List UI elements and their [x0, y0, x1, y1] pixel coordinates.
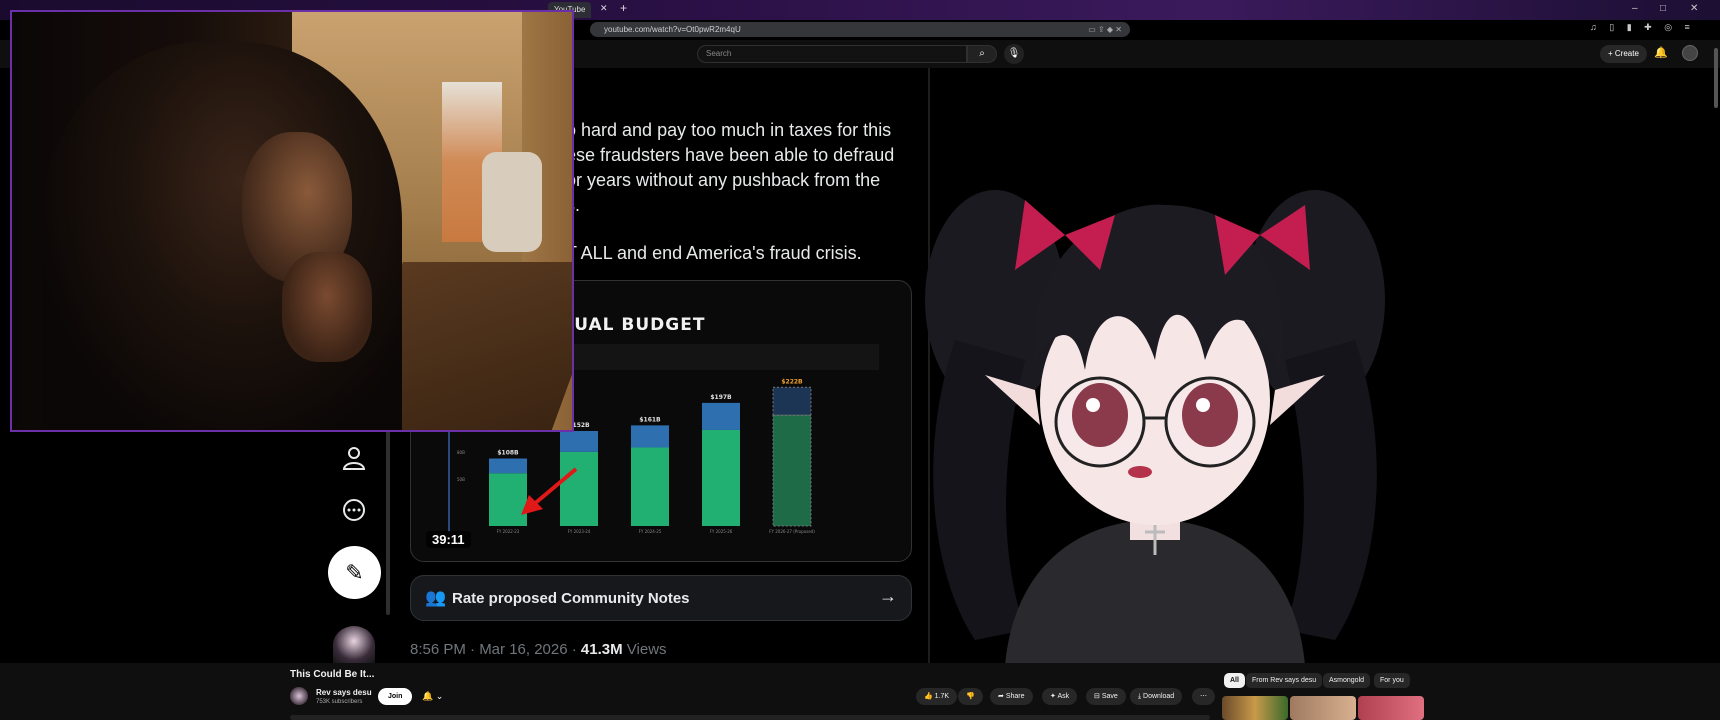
post-time: 8:56 PM · Mar 16, 2026 ·: [410, 641, 581, 658]
recommended-thumbnail[interactable]: [1222, 696, 1288, 720]
extension-icons[interactable]: ♫ ▯ ▮ ✚ ◎ ≡: [1590, 22, 1695, 33]
screen: YouTube ✕ + – □ ✕ youtube.com/watch?v=Ot…: [0, 0, 1720, 720]
microphone-icon[interactable]: 🎙: [1004, 44, 1024, 64]
chart-bar: [560, 451, 598, 526]
notifications-icon[interactable]: 🔔: [1654, 46, 1668, 59]
page-scrollbar[interactable]: [1714, 48, 1718, 108]
maximize-icon[interactable]: □: [1660, 3, 1666, 14]
dislike-button[interactable]: 👎: [958, 688, 983, 705]
chart-bar: [702, 429, 740, 526]
chart-y-tick-label: 50B: [457, 477, 465, 482]
search-placeholder: Search: [706, 49, 732, 58]
webcam-background-hamper: [482, 152, 542, 252]
more-actions-icon[interactable]: ⋯: [1192, 688, 1215, 705]
share-label: Share: [1005, 693, 1025, 700]
video-duration: 39:11: [426, 531, 471, 548]
share-button[interactable]: ➦ Share: [990, 688, 1033, 705]
url-text: youtube.com/watch?v=Ot0pwR2m4qU: [604, 25, 741, 34]
save-button[interactable]: ⊟ Save: [1086, 688, 1126, 705]
chip-asmongold[interactable]: Asmongold: [1323, 673, 1371, 688]
description-box[interactable]: [290, 715, 1210, 720]
webcam-overlay: [10, 10, 574, 432]
chart-data-label: $108B: [497, 450, 519, 457]
community-notes-label: Rate proposed Community Notes: [452, 590, 690, 607]
bookmark-icon: ⊟: [1094, 693, 1102, 700]
close-window-icon[interactable]: ✕: [1690, 3, 1698, 14]
url-bar-icons[interactable]: ▭ ⇪ ◆ ✕: [1088, 22, 1122, 37]
subscription-bell-icon[interactable]: 🔔 ⌄: [416, 688, 449, 705]
like-count: 1.7K: [934, 693, 950, 700]
chip-all[interactable]: All: [1224, 673, 1245, 688]
new-tab-icon[interactable]: +: [620, 1, 627, 15]
tweet-text-line: T ALL and end America's fraud crisis.: [566, 243, 862, 263]
chart-category-label: FY 2023-24: [568, 529, 591, 534]
chart-data-label: $161B: [639, 416, 661, 423]
chart-bar-upper: [631, 425, 669, 448]
thumbs-down-icon: 👎: [966, 693, 975, 700]
chart-bar-upper: [560, 431, 598, 452]
minimize-icon[interactable]: –: [1632, 3, 1638, 14]
save-label: Save: [1101, 693, 1118, 700]
ask-label: Ask: [1057, 693, 1070, 700]
chart-bar-upper: [702, 402, 740, 430]
search-input[interactable]: Search: [697, 45, 967, 63]
arrow-right-icon: →: [879, 586, 897, 606]
post-timestamp: 8:56 PM · Mar 16, 2026 · 41.3M Views: [410, 641, 667, 658]
view-count: 41.3M: [580, 641, 623, 658]
chart-y-tick-label: 80B: [457, 450, 465, 455]
vtuber-avatar: [925, 190, 1385, 665]
more-icon[interactable]: [340, 497, 368, 525]
account-avatar[interactable]: [1682, 45, 1698, 61]
x-account-avatar[interactable]: [333, 626, 375, 664]
join-button[interactable]: Join: [378, 688, 413, 705]
chart-bar: [631, 447, 669, 526]
chart-bar: [772, 414, 812, 527]
search-icon[interactable]: ⌕: [967, 45, 997, 63]
url-bar[interactable]: youtube.com/watch?v=Ot0pwR2m4qU ▭ ⇪ ◆ ✕: [590, 22, 1130, 37]
chart-bar-upper: [772, 386, 812, 416]
chart-category-label: FY 2022-23: [497, 529, 520, 534]
subscriber-count: 753K subscribers: [316, 699, 363, 705]
profile-icon[interactable]: [340, 445, 368, 473]
video-title: This Could Be It...: [290, 669, 375, 680]
chart-category-label: FY 2026-27 (Proposed): [769, 529, 815, 534]
chart-data-label: $222B: [781, 378, 803, 385]
compose-post-icon[interactable]: ✎: [328, 546, 381, 599]
community-notes-button[interactable]: 👥 Rate proposed Community Notes →: [410, 575, 912, 621]
share-icon: ➦: [998, 693, 1006, 700]
create-label: Create: [1614, 49, 1639, 58]
tweet-text-line: ese fraudsters have been able to defraud: [566, 145, 895, 165]
ask-button[interactable]: ✦ Ask: [1042, 688, 1078, 705]
recommended-thumbnail[interactable]: [1358, 696, 1424, 720]
tweet-text-line: or years without any pushback from the: [566, 170, 881, 190]
chart-bar: [489, 473, 527, 526]
tab-close-icon[interactable]: ✕: [600, 3, 608, 14]
chart-category-label: FY 2025-26: [710, 529, 733, 534]
like-button[interactable]: 👍 1.7K: [916, 688, 958, 705]
download-label: Download: [1143, 693, 1175, 700]
chart-category-label: FY 2024-25: [639, 529, 662, 534]
people-icon: 👥: [425, 588, 447, 607]
channel-name[interactable]: Rev says desu: [316, 688, 372, 697]
tweet-text-line: o hard and pay too much in taxes for thi…: [566, 120, 892, 140]
download-button[interactable]: ⤓ Download: [1130, 688, 1183, 705]
views-word: Views: [622, 641, 667, 658]
create-button[interactable]: + Create: [1600, 45, 1647, 63]
chart-bar-upper: [489, 458, 527, 474]
chip-for-you[interactable]: For you: [1374, 673, 1410, 688]
x-sidebar-scrollbar: [386, 400, 390, 615]
chart-data-label: $197B: [710, 394, 732, 401]
chip-from-channel[interactable]: From Rev says desu: [1246, 673, 1323, 688]
recommended-thumbnail[interactable]: [1290, 696, 1356, 720]
channel-avatar[interactable]: [290, 687, 308, 705]
video-info-bar: [0, 663, 1720, 720]
webcam-streamer-hand: [282, 252, 372, 362]
thumbs-up-icon: 👍: [924, 693, 935, 700]
